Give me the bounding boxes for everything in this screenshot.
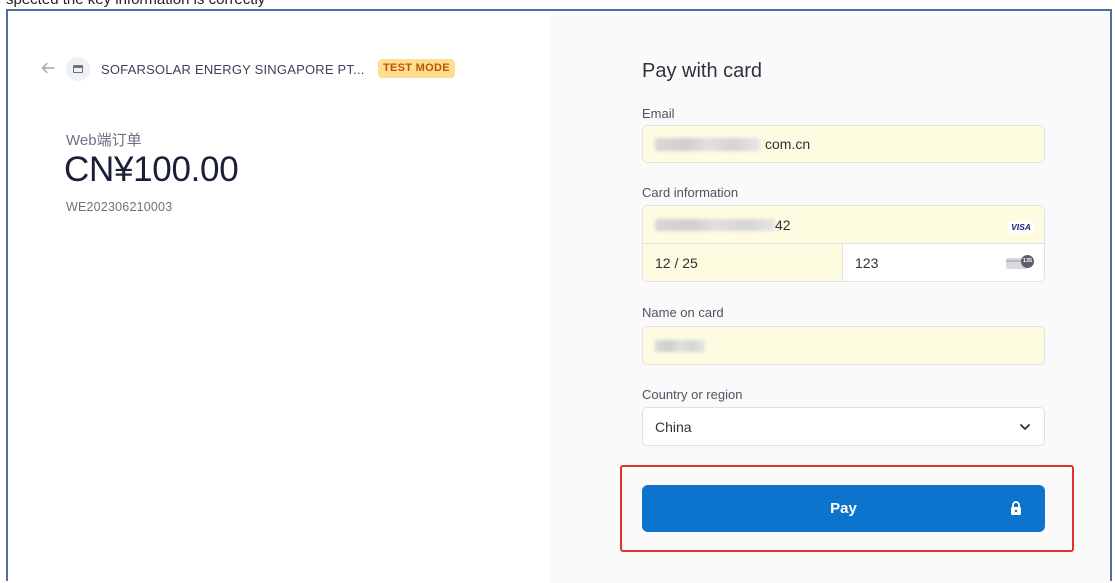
lock-icon <box>1011 501 1021 515</box>
chevron-down-icon <box>1020 424 1030 430</box>
cvc-card-icon: 135 <box>1006 255 1034 271</box>
card-number-visible-part: 42 <box>775 217 791 233</box>
email-visible-part: com.cn <box>765 136 811 152</box>
order-id: WE202306210003 <box>66 200 173 214</box>
card-info-label: Card information <box>642 185 739 200</box>
merchant-name[interactable]: SOFARSOLAR ENERGY SINGAPORE PT... <box>101 62 365 77</box>
top-caption-text: spected the key information is correctly <box>6 0 265 8</box>
pay-button[interactable]: Pay <box>642 485 1045 532</box>
store-icon <box>66 57 90 81</box>
card-expiry-value: 12 / 25 <box>655 255 698 271</box>
card-number-field[interactable]: 42 VISA <box>642 205 1045 244</box>
visa-icon: VISA <box>1008 221 1034 233</box>
email-label: Email <box>642 106 675 121</box>
product-name: Web端订单 <box>66 132 142 149</box>
country-value: China <box>655 419 692 435</box>
payment-form-pane: Pay with card Email com.cn Card informat… <box>550 13 1110 583</box>
card-expiry-field[interactable]: 12 / 25 <box>642 243 843 282</box>
email-redaction <box>655 138 760 151</box>
form-heading: Pay with card <box>642 60 763 82</box>
name-on-card-label: Name on card <box>642 305 724 320</box>
test-mode-badge: TEST MODE <box>378 59 455 78</box>
country-label: Country or region <box>642 387 743 402</box>
checkout-frame: SOFARSOLAR ENERGY SINGAPORE PT... TEST M… <box>6 9 1112 583</box>
name-redaction <box>655 340 705 352</box>
arrow-left-icon[interactable] <box>40 60 58 78</box>
name-on-card-field[interactable] <box>642 326 1045 365</box>
card-number-redaction <box>655 219 775 231</box>
country-select[interactable]: China <box>642 407 1045 446</box>
order-summary-pane: SOFARSOLAR ENERGY SINGAPORE PT... TEST M… <box>10 13 550 583</box>
email-field[interactable]: com.cn <box>642 125 1045 163</box>
card-cvc-value: 123 <box>855 255 879 271</box>
pay-button-label: Pay <box>830 500 857 517</box>
order-amount: CN¥100.00 <box>64 150 239 189</box>
card-cvc-field[interactable]: 123 135 <box>842 243 1045 282</box>
